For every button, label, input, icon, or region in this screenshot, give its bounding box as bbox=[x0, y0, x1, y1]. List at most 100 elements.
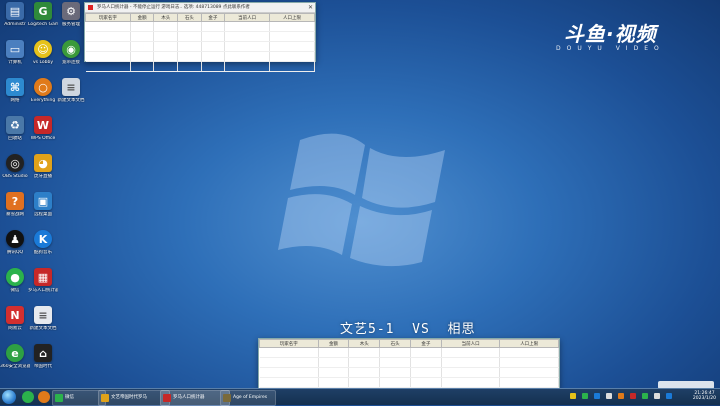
desktop-icon-wechat[interactable]: ● 微信 bbox=[0, 268, 30, 304]
window-title: 罗马人口统计器 - 不能停止运行 游戏日志.. 选项: 448713089 点此… bbox=[97, 5, 250, 10]
service-icon: ⚙ bbox=[62, 2, 80, 20]
desktop-icon-text-doc[interactable]: ≡ 新建文本文档 bbox=[56, 78, 86, 114]
desktop-icon-rome-stats[interactable]: ▦ 罗马人口统计器 bbox=[28, 268, 58, 304]
col-header[interactable]: 金额 bbox=[317, 339, 350, 348]
col-header[interactable]: 人口上限 bbox=[269, 13, 315, 22]
windows-logo bbox=[278, 133, 445, 267]
user-folder-icon: ▤ bbox=[6, 2, 24, 20]
wps-icon: W bbox=[34, 116, 52, 134]
tray-volume-icon[interactable] bbox=[606, 393, 612, 399]
col-header[interactable]: 金子 bbox=[200, 13, 226, 22]
recycle-bin-icon: ♻ bbox=[6, 116, 24, 134]
tray-app2-icon[interactable] bbox=[630, 393, 636, 399]
aoe-icon bbox=[101, 394, 109, 402]
desktop-icon-netease[interactable]: N 网易云 bbox=[0, 306, 30, 342]
desktop-icon-obs[interactable]: ◎ OBS Studio bbox=[0, 154, 30, 190]
col-header[interactable]: 人口上限 bbox=[499, 339, 559, 348]
kugou-icon: K bbox=[34, 230, 52, 248]
netease-icon: N bbox=[6, 306, 24, 324]
desktop-icon-recycle-bin[interactable]: ♻ 回收站 bbox=[0, 116, 30, 152]
brand-sub: DOUYU VIDEO bbox=[556, 45, 665, 52]
desktop-icon-qq[interactable]: ♟ 腾讯QQ bbox=[0, 230, 30, 266]
system-clock[interactable]: 21:26:47 2023/1/20 bbox=[693, 391, 716, 401]
stats-window-top[interactable]: 罗马人口统计器 - 不能停止运行 游戏日志.. 选项: 448713089 点此… bbox=[84, 2, 316, 72]
desktop-icon-kugou[interactable]: K 酷狗音乐 bbox=[28, 230, 58, 266]
desktop-icon-text-doc-2[interactable]: ≡ 新建文本文档 bbox=[28, 306, 58, 342]
text-document-icon: ≡ bbox=[34, 306, 52, 324]
wechat-icon: ● bbox=[6, 268, 24, 286]
col-header[interactable]: 玩家名字 bbox=[85, 13, 131, 22]
col-header[interactable]: 石头 bbox=[379, 339, 411, 348]
browser-360-icon: e bbox=[6, 344, 24, 362]
col-header[interactable]: 当前人口 bbox=[440, 339, 501, 348]
desktop-icon-aoe[interactable]: ⌂ 帝国时代 bbox=[28, 344, 58, 380]
douyu-watermark: 斗鱼·视频 DOUYU VIDEO bbox=[556, 18, 665, 52]
wechat-icon bbox=[55, 394, 63, 402]
lobby-icon: ☺ bbox=[34, 40, 52, 58]
col-header[interactable]: 木头 bbox=[348, 339, 381, 348]
tray-security-icon[interactable] bbox=[618, 393, 624, 399]
desktop-icon-broadband[interactable]: ◉ 宽带连接 bbox=[56, 40, 86, 76]
desktop-icon-lobby[interactable]: ☺ vs Lobby bbox=[28, 40, 58, 76]
stats-table-top: 玩家名字 金额 木头 石头 金子 当前人口 人口上限 bbox=[85, 13, 315, 72]
desktop-icon-battlenet[interactable]: ? 暴雪战网 bbox=[0, 192, 30, 228]
desktop-icon-wps[interactable]: W WPS Office bbox=[28, 116, 58, 152]
desktop-icon-computer[interactable]: ▭ 计算机 bbox=[0, 40, 30, 76]
col-header[interactable]: 金子 bbox=[410, 339, 442, 348]
table-row[interactable] bbox=[85, 51, 315, 62]
match-title: 文艺5-1 VS 相思 bbox=[340, 322, 476, 337]
table-row[interactable] bbox=[259, 347, 559, 358]
pinned-app-icon[interactable] bbox=[38, 391, 50, 403]
text-document-icon: ≡ bbox=[62, 78, 80, 96]
table-row[interactable] bbox=[85, 31, 315, 42]
window-titlebar[interactable]: 罗马人口统计器 - 不能停止运行 游戏日志.. 选项: 448713089 点此… bbox=[85, 3, 315, 13]
castle-icon: ⌂ bbox=[34, 344, 52, 362]
desktop-icon-everything[interactable]: ○ Everything bbox=[28, 78, 58, 114]
table-row[interactable] bbox=[259, 377, 559, 388]
clock-date: 2023/1/20 bbox=[692, 396, 716, 401]
desktop-icon-huya[interactable]: ◕ 虎牙直播 bbox=[28, 154, 58, 190]
desktop-icon-remote[interactable]: ▣ 远程桌面 bbox=[28, 192, 58, 228]
table-row[interactable] bbox=[85, 21, 315, 32]
desktop-icon-service[interactable]: ⚙ 服务管理 bbox=[56, 2, 86, 38]
desktop-icon-user-folder[interactable]: ▤ Administr bbox=[0, 2, 30, 38]
broadband-icon: ◉ bbox=[62, 40, 80, 58]
close-icon[interactable]: ✕ bbox=[308, 3, 313, 12]
taskbar: 微信 文艺帝国时代罗马 罗马人口统计器 Age of Empires 21:26… bbox=[0, 388, 720, 406]
col-header[interactable]: 玩家名字 bbox=[259, 339, 319, 348]
table-row[interactable] bbox=[85, 41, 315, 52]
everything-icon: ○ bbox=[34, 78, 52, 96]
huya-icon: ◕ bbox=[34, 154, 52, 172]
brand-main: 斗鱼·视频 bbox=[564, 22, 657, 46]
stats-window-bottom[interactable]: 玩家名字 金额 木头 石头 金子 当前人口 人口上限 bbox=[258, 338, 560, 398]
logitech-icon: G bbox=[34, 2, 52, 20]
rome-stats-icon bbox=[163, 394, 171, 402]
tray-app-icon[interactable] bbox=[570, 393, 576, 399]
tray-app3-icon[interactable] bbox=[642, 393, 648, 399]
computer-icon: ▭ bbox=[6, 40, 24, 58]
desktop: 斗鱼·视频 DOUYU VIDEO 文艺5-1 VS 相思 ▤ Administ… bbox=[0, 0, 720, 398]
obs-icon: ◎ bbox=[6, 154, 24, 172]
desktop-icon-network[interactable]: ⌘ 网络 bbox=[0, 78, 30, 114]
col-header[interactable]: 金额 bbox=[129, 13, 155, 22]
start-button[interactable] bbox=[2, 390, 16, 404]
app-icon bbox=[88, 5, 93, 10]
network-icon: ⌘ bbox=[6, 78, 24, 96]
tray-wechat-icon[interactable] bbox=[582, 393, 588, 399]
desktop-icon-360-browser[interactable]: e 360安全浏览器 bbox=[0, 344, 30, 380]
tray-network-icon[interactable] bbox=[594, 393, 600, 399]
table-row[interactable] bbox=[259, 357, 559, 368]
table-row[interactable] bbox=[259, 367, 559, 378]
battlenet-icon: ? bbox=[6, 192, 24, 210]
qq-penguin-icon: ♟ bbox=[6, 230, 24, 248]
tray-app4-icon[interactable] bbox=[654, 393, 660, 399]
tray-app5-icon[interactable] bbox=[666, 393, 672, 399]
col-header[interactable]: 当前人口 bbox=[224, 13, 271, 22]
pinned-wechat-icon[interactable] bbox=[22, 391, 34, 403]
col-header[interactable]: 石头 bbox=[177, 13, 202, 22]
rome-stats-icon: ▦ bbox=[34, 268, 52, 286]
table-row[interactable] bbox=[85, 61, 315, 72]
remote-desktop-icon: ▣ bbox=[34, 192, 52, 210]
col-header[interactable]: 木头 bbox=[153, 13, 179, 22]
desktop-icon-logitech[interactable]: G Logitech Gaming bbox=[28, 2, 58, 38]
